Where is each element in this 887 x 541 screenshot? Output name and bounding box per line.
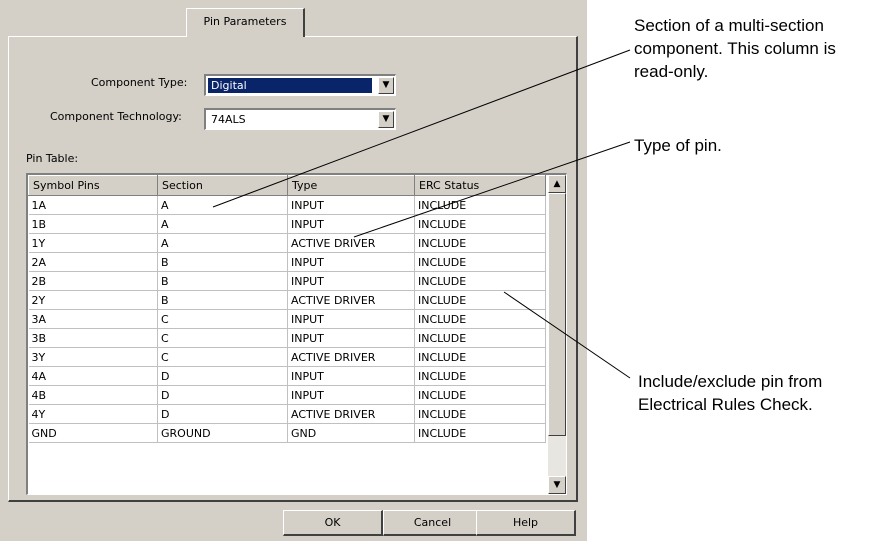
leader-line-section [212,49,631,208]
leader-line-type [353,141,631,238]
leader-line-erc [503,291,631,379]
callout-leader-lines [212,49,631,379]
